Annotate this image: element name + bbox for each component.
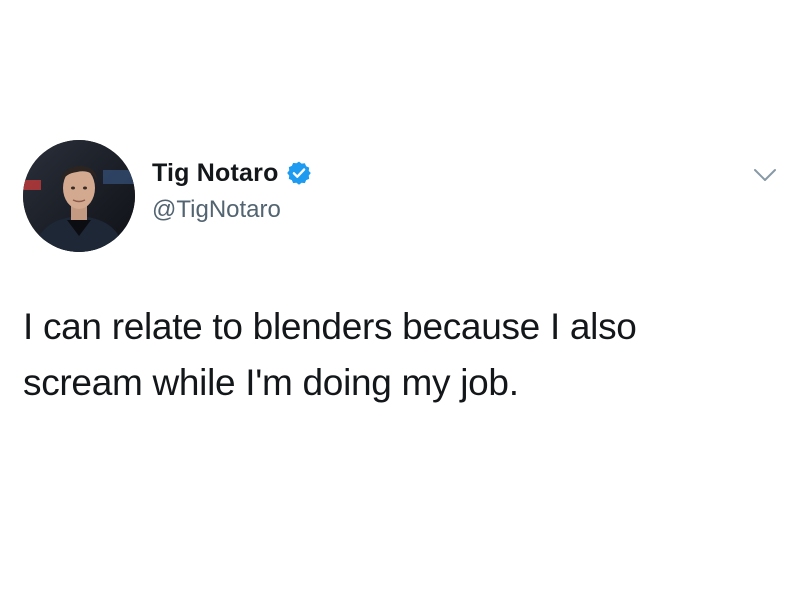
author-name-row[interactable]: Tig Notaro (152, 156, 312, 190)
chevron-down-icon[interactable] (752, 166, 778, 184)
avatar-photo (23, 140, 135, 252)
verified-badge-icon (286, 160, 312, 186)
author-handle[interactable]: @TigNotaro (152, 196, 281, 224)
tweet-text-line: I can relate to blenders because I also (23, 306, 637, 347)
tweet-text-line: scream while I'm doing my job. (23, 362, 519, 403)
tweet-text: I can relate to blenders because I also … (23, 299, 763, 411)
tweet-card: Tig Notaro @TigNotaro I can relate to bl… (0, 0, 800, 591)
avatar[interactable] (23, 140, 135, 252)
author-display-name[interactable]: Tig Notaro (152, 159, 279, 188)
